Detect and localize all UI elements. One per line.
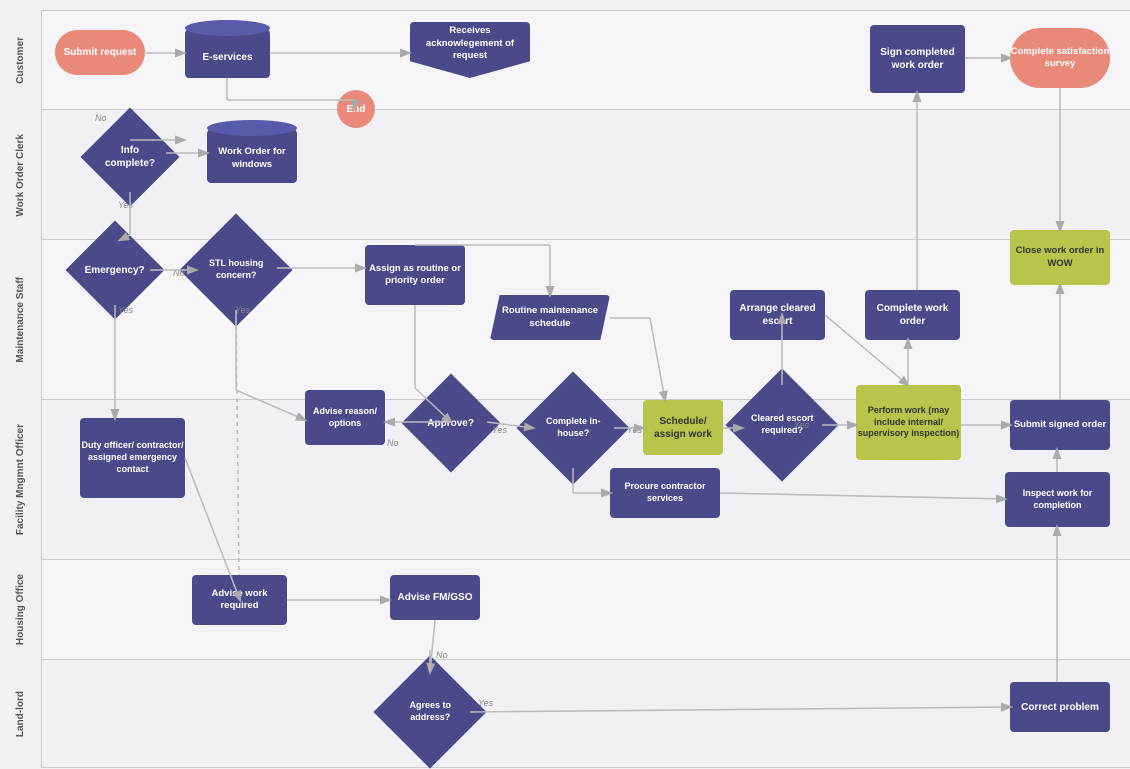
diagram-container: Customer Work Order Clerk Maintenance St… <box>0 0 1130 768</box>
lane-label-customer: Customer <box>0 10 42 110</box>
sign-wo-node: Sign completed work order <box>870 25 965 93</box>
edge-label-yes5: Yes <box>627 425 642 435</box>
lane-label-maintenance: Maintenance Staff <box>0 240 42 400</box>
close-wo-node: Close work order in WOW <box>1010 230 1110 285</box>
edge-label-yes1: Yes <box>118 200 133 210</box>
edge-label-yes7: Yes <box>478 698 493 708</box>
schedule-work-node: Schedule/ assign work <box>643 400 723 455</box>
procure-node: Procure contractor services <box>610 468 720 518</box>
edge-label-no2: No <box>173 268 185 278</box>
submit-request-node: Submit request <box>55 30 145 75</box>
arrange-escort-node: Arrange cleared escort <box>730 290 825 340</box>
perform-work-node: Perform work (may include internal/ supe… <box>856 385 961 460</box>
complete-survey-node: Complete satisfaction survey <box>1010 28 1110 88</box>
wo-windows-node: Work Order for windows <box>207 128 297 183</box>
assign-routine-node: Assign as routine or priority order <box>365 245 465 305</box>
correct-problem-node: Correct problem <box>1010 682 1110 732</box>
edge-label-no1: No <box>95 113 107 123</box>
duty-officer-node: Duty officer/ contractor/ assigned emerg… <box>80 418 185 498</box>
edge-label-no3: No <box>387 438 399 448</box>
advise-reason-node: Advise reason/ options <box>305 390 385 445</box>
lane-label-housing: Housing Office <box>0 560 42 660</box>
inspect-node: Inspect work for completion <box>1005 472 1110 527</box>
lane-label-landlord: Land-lord <box>0 660 42 768</box>
advise-work-node: Advise work required <box>192 575 287 625</box>
end-node: End <box>337 90 375 128</box>
submit-signed-node: Submit signed order <box>1010 400 1110 450</box>
advise-fm-node: Advise FM/GSO <box>390 575 480 620</box>
edge-label-no4: No <box>436 650 448 660</box>
eservices-node: E-services <box>185 28 270 78</box>
complete-wo-node: Complete work order <box>865 290 960 340</box>
edge-label-yes2: Yes <box>118 305 133 315</box>
lane-label-woclerk: Work Order Clerk <box>0 110 42 240</box>
edge-label-yes4: Yes <box>492 425 507 435</box>
edge-label-yes6: Yes <box>794 420 809 430</box>
lane-label-facility: Facility Mngmnt Officer <box>0 400 42 560</box>
routine-maint-node: Routine maintenance schedule <box>490 295 610 340</box>
edge-label-yes3: Yes <box>235 305 250 315</box>
